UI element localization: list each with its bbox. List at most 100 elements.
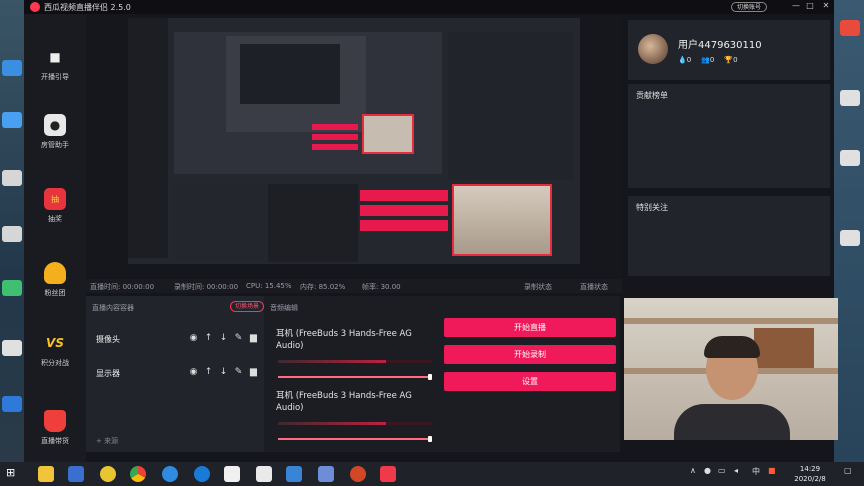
live-status: 直播状态 bbox=[580, 283, 608, 291]
delete-icon[interactable]: ▆ bbox=[248, 333, 259, 343]
move-down-icon[interactable]: ↓ bbox=[218, 333, 229, 343]
special-follow-title: 特别关注 bbox=[636, 203, 668, 212]
desktop-shortcut-icon[interactable] bbox=[840, 150, 860, 166]
source-row-camera[interactable]: 摄像头 ◉ ↑ ↓ ✎ ▆ bbox=[96, 332, 258, 346]
app-tray-icon[interactable]: ■ bbox=[768, 466, 776, 475]
start-record-button[interactable]: 开始录制 bbox=[444, 345, 616, 364]
switch-account-button[interactable]: 切换账号 bbox=[731, 2, 768, 12]
contribution-panel: 贡献榜单 bbox=[628, 84, 830, 188]
microphone-icon[interactable]: ● bbox=[704, 466, 711, 475]
status-bar: 直播时间: 00:00:00 录制时间: 00:00:00 CPU: 15.45… bbox=[86, 279, 622, 293]
desktop-shortcut-icon[interactable] bbox=[2, 280, 22, 296]
desktop-shortcut-icon[interactable] bbox=[2, 396, 22, 412]
sidebar-item-label: 开播引导 bbox=[41, 73, 69, 81]
notification-icon[interactable]: ▢ bbox=[844, 466, 852, 475]
sidebar-item-lottery[interactable]: 抽 抽奖 bbox=[24, 180, 86, 236]
desktop-shortcut-icon[interactable] bbox=[2, 340, 22, 356]
sidebar-item-label: 抽奖 bbox=[48, 215, 62, 223]
user-card: 用户4479630110 💧0 👥0 🏆0 bbox=[628, 20, 830, 80]
start-live-button[interactable]: 开始直播 bbox=[444, 318, 616, 337]
avatar[interactable] bbox=[638, 34, 668, 64]
chrome-icon[interactable] bbox=[130, 466, 146, 482]
desktop-shortcut-icon[interactable] bbox=[840, 90, 860, 106]
frame-rate: 帧率: 30.00 bbox=[362, 283, 401, 291]
app-icon[interactable] bbox=[68, 466, 84, 482]
tray-arrow-icon[interactable]: ∧ bbox=[690, 466, 696, 475]
visibility-icon[interactable]: ◉ bbox=[188, 367, 199, 377]
sidebar-item-live-shopping[interactable]: 直播带货 bbox=[24, 402, 86, 458]
audio-device-name: 耳机 (FreeBuds 3 Hands-Free AG Audio) bbox=[276, 329, 412, 351]
close-icon[interactable]: ✕ bbox=[820, 1, 832, 10]
edit-icon[interactable]: ✎ bbox=[233, 333, 244, 343]
volume-knob[interactable] bbox=[428, 436, 432, 442]
likes-count: 0 bbox=[686, 56, 692, 64]
volume-slider[interactable] bbox=[278, 374, 432, 380]
desktop-shortcut-icon[interactable] bbox=[840, 20, 860, 36]
nested-settings bbox=[360, 220, 448, 231]
contribution-title: 贡献榜单 bbox=[636, 91, 668, 100]
clock-time: 14:29 bbox=[799, 465, 821, 473]
file-explorer-icon[interactable] bbox=[38, 466, 54, 482]
volume-slider[interactable] bbox=[278, 436, 432, 442]
user-stats: 💧0 👥0 🏆0 bbox=[678, 56, 738, 64]
shelf bbox=[624, 318, 838, 324]
store-icon[interactable] bbox=[224, 466, 240, 482]
app-icon[interactable] bbox=[318, 466, 334, 482]
desktop-shortcut-icon[interactable] bbox=[2, 226, 22, 242]
source-row-display[interactable]: 显示器 ◉ ↑ ↓ ✎ ▆ bbox=[96, 366, 258, 380]
volume-knob[interactable] bbox=[428, 374, 432, 380]
source-tools: ◉ ↑ ↓ ✎ ▆ bbox=[188, 333, 259, 343]
desktop-left-edge bbox=[0, 0, 24, 462]
volume-icon[interactable]: ◂ bbox=[734, 466, 738, 475]
windows-start-icon[interactable]: ⊞ bbox=[6, 466, 22, 482]
add-source-button[interactable]: + 来源 bbox=[96, 436, 118, 446]
switch-scene-button[interactable]: 切换场景 bbox=[230, 301, 264, 312]
edge-icon[interactable] bbox=[194, 466, 210, 482]
maximize-icon[interactable]: □ bbox=[804, 1, 816, 10]
app-icon[interactable] bbox=[100, 466, 116, 482]
powerpoint-icon[interactable] bbox=[350, 466, 366, 482]
settings-button[interactable]: 设置 bbox=[444, 372, 616, 391]
battery-icon[interactable]: ▭ bbox=[718, 466, 726, 475]
desktop-shortcut-icon[interactable] bbox=[840, 230, 860, 246]
source-name: 摄像头 bbox=[96, 335, 120, 344]
delete-icon[interactable]: ▆ bbox=[248, 367, 259, 377]
sidebar-item-room-admin[interactable]: ● 房管助手 bbox=[24, 106, 86, 162]
nested-webcam-large bbox=[452, 184, 552, 256]
live-preview[interactable] bbox=[128, 18, 580, 276]
minimize-icon[interactable]: — bbox=[790, 1, 802, 10]
desktop-shortcut-icon[interactable] bbox=[2, 170, 22, 186]
audio-level-meter bbox=[278, 360, 432, 363]
sidebar-item-points-battle[interactable]: VS 积分对战 bbox=[24, 324, 86, 380]
sidebar-item-guide[interactable]: ■ 开播引导 bbox=[24, 38, 86, 94]
sidebar-item-label: 粉丝团 bbox=[44, 289, 66, 297]
shopping-bag-icon bbox=[44, 410, 66, 432]
nested-right-panel bbox=[448, 32, 574, 180]
audio-level-meter bbox=[278, 422, 432, 425]
app-icon[interactable] bbox=[286, 466, 302, 482]
camera-icon: ■ bbox=[49, 50, 61, 64]
language-indicator[interactable]: 中 bbox=[752, 466, 760, 477]
visibility-icon[interactable]: ◉ bbox=[188, 333, 199, 343]
move-up-icon[interactable]: ↑ bbox=[203, 333, 214, 343]
clock[interactable]: 14:29 2020/2/8 bbox=[786, 464, 834, 484]
sidebar-item-fan-club[interactable]: 粉丝团 bbox=[24, 254, 86, 310]
desktop-shortcut-icon[interactable] bbox=[2, 112, 22, 128]
record-status: 录制状态 bbox=[524, 283, 552, 291]
app-icon[interactable] bbox=[162, 466, 178, 482]
nested-red-button bbox=[312, 124, 358, 130]
webcam-feed bbox=[624, 298, 838, 440]
badge-icon: ● bbox=[44, 114, 66, 136]
edit-icon[interactable]: ✎ bbox=[233, 367, 244, 377]
special-follow-panel: 特别关注 bbox=[628, 196, 830, 276]
move-down-icon[interactable]: ↓ bbox=[218, 367, 229, 377]
desktop-shortcut-icon[interactable] bbox=[2, 60, 22, 76]
mail-icon[interactable] bbox=[256, 466, 272, 482]
right-panel: 用户4479630110 💧0 👥0 🏆0 贡献榜单 特别关注 bbox=[628, 20, 830, 276]
books bbox=[754, 328, 814, 368]
nested-webcam bbox=[362, 114, 414, 154]
move-up-icon[interactable]: ↑ bbox=[203, 367, 214, 377]
live-companion-icon[interactable] bbox=[380, 466, 396, 482]
nested-taskbar bbox=[128, 264, 580, 276]
record-time: 录制时间: 00:00:00 bbox=[174, 283, 239, 291]
